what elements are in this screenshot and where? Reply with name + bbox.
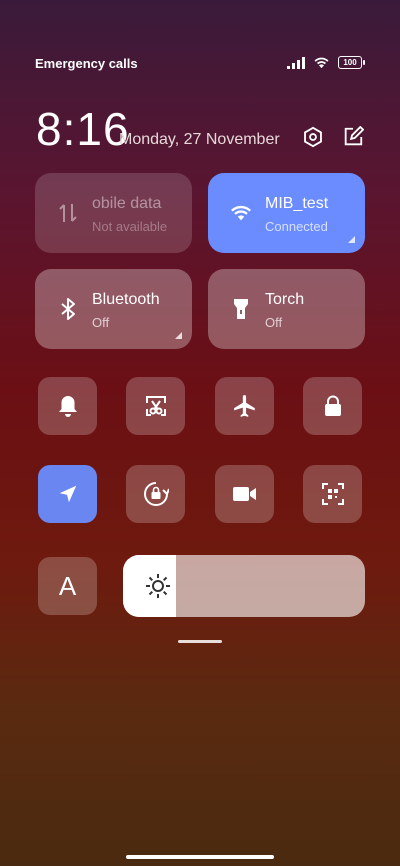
rotation-lock-icon <box>143 481 169 507</box>
status-carrier-text: Emergency calls o <box>35 56 137 71</box>
tile-status: Off <box>265 315 283 330</box>
toggle-rotation-lock[interactable] <box>126 465 185 523</box>
toggle-lock-screen[interactable] <box>303 377 362 435</box>
qr-scan-icon <box>321 482 345 506</box>
tile-bluetooth[interactable]: Bluetooth Off <box>35 269 192 349</box>
toggle-airplane-mode[interactable] <box>215 377 274 435</box>
toggle-location[interactable] <box>38 465 97 523</box>
battery-icon: 100 <box>338 56 365 69</box>
lock-icon <box>323 395 343 417</box>
wifi-icon <box>230 201 252 225</box>
settings-icon[interactable] <box>302 126 324 148</box>
expand-corner-icon <box>175 332 182 339</box>
auto-brightness-button[interactable]: A <box>38 557 97 615</box>
tile-name: obile data <box>92 195 162 212</box>
toggle-screenshot[interactable] <box>126 377 185 435</box>
toggle-screen-recorder[interactable] <box>215 465 274 523</box>
bluetooth-icon <box>57 297 79 321</box>
toggle-scanner[interactable] <box>303 465 362 523</box>
clock-time: 8:16 <box>36 103 130 155</box>
tile-wifi[interactable]: MIB_test Connected <box>208 173 365 253</box>
wifi-icon <box>313 56 330 69</box>
status-icons: 100 <box>287 56 365 69</box>
tile-torch[interactable]: Torch Off <box>208 269 365 349</box>
tile-name: Bluetooth <box>92 291 160 308</box>
home-indicator[interactable] <box>126 855 274 859</box>
torch-icon <box>230 297 252 321</box>
date-text: Monday, 27 November <box>119 131 280 148</box>
brightness-slider[interactable] <box>123 555 365 617</box>
auto-brightness-label: A <box>58 570 77 601</box>
edit-icon[interactable] <box>342 126 364 148</box>
tile-name: Torch <box>265 291 305 308</box>
airplane-icon <box>232 393 258 419</box>
toggle-notifications[interactable] <box>38 377 97 435</box>
location-icon <box>57 483 79 505</box>
panel-drag-handle[interactable] <box>178 640 222 643</box>
tile-status: Connected <box>265 219 328 234</box>
expand-corner-icon <box>348 236 355 243</box>
tile-mobile-data[interactable]: obile data Not available <box>35 173 192 253</box>
tile-name: MIB_test <box>265 195 329 212</box>
video-icon <box>232 485 258 503</box>
tile-status: Not available <box>92 219 168 234</box>
signal-icon <box>287 56 305 69</box>
bell-icon <box>57 394 79 418</box>
mobile-data-icon <box>57 201 79 225</box>
screenshot-icon <box>144 394 168 418</box>
tile-status: Off <box>92 315 110 330</box>
sun-icon <box>145 573 171 599</box>
